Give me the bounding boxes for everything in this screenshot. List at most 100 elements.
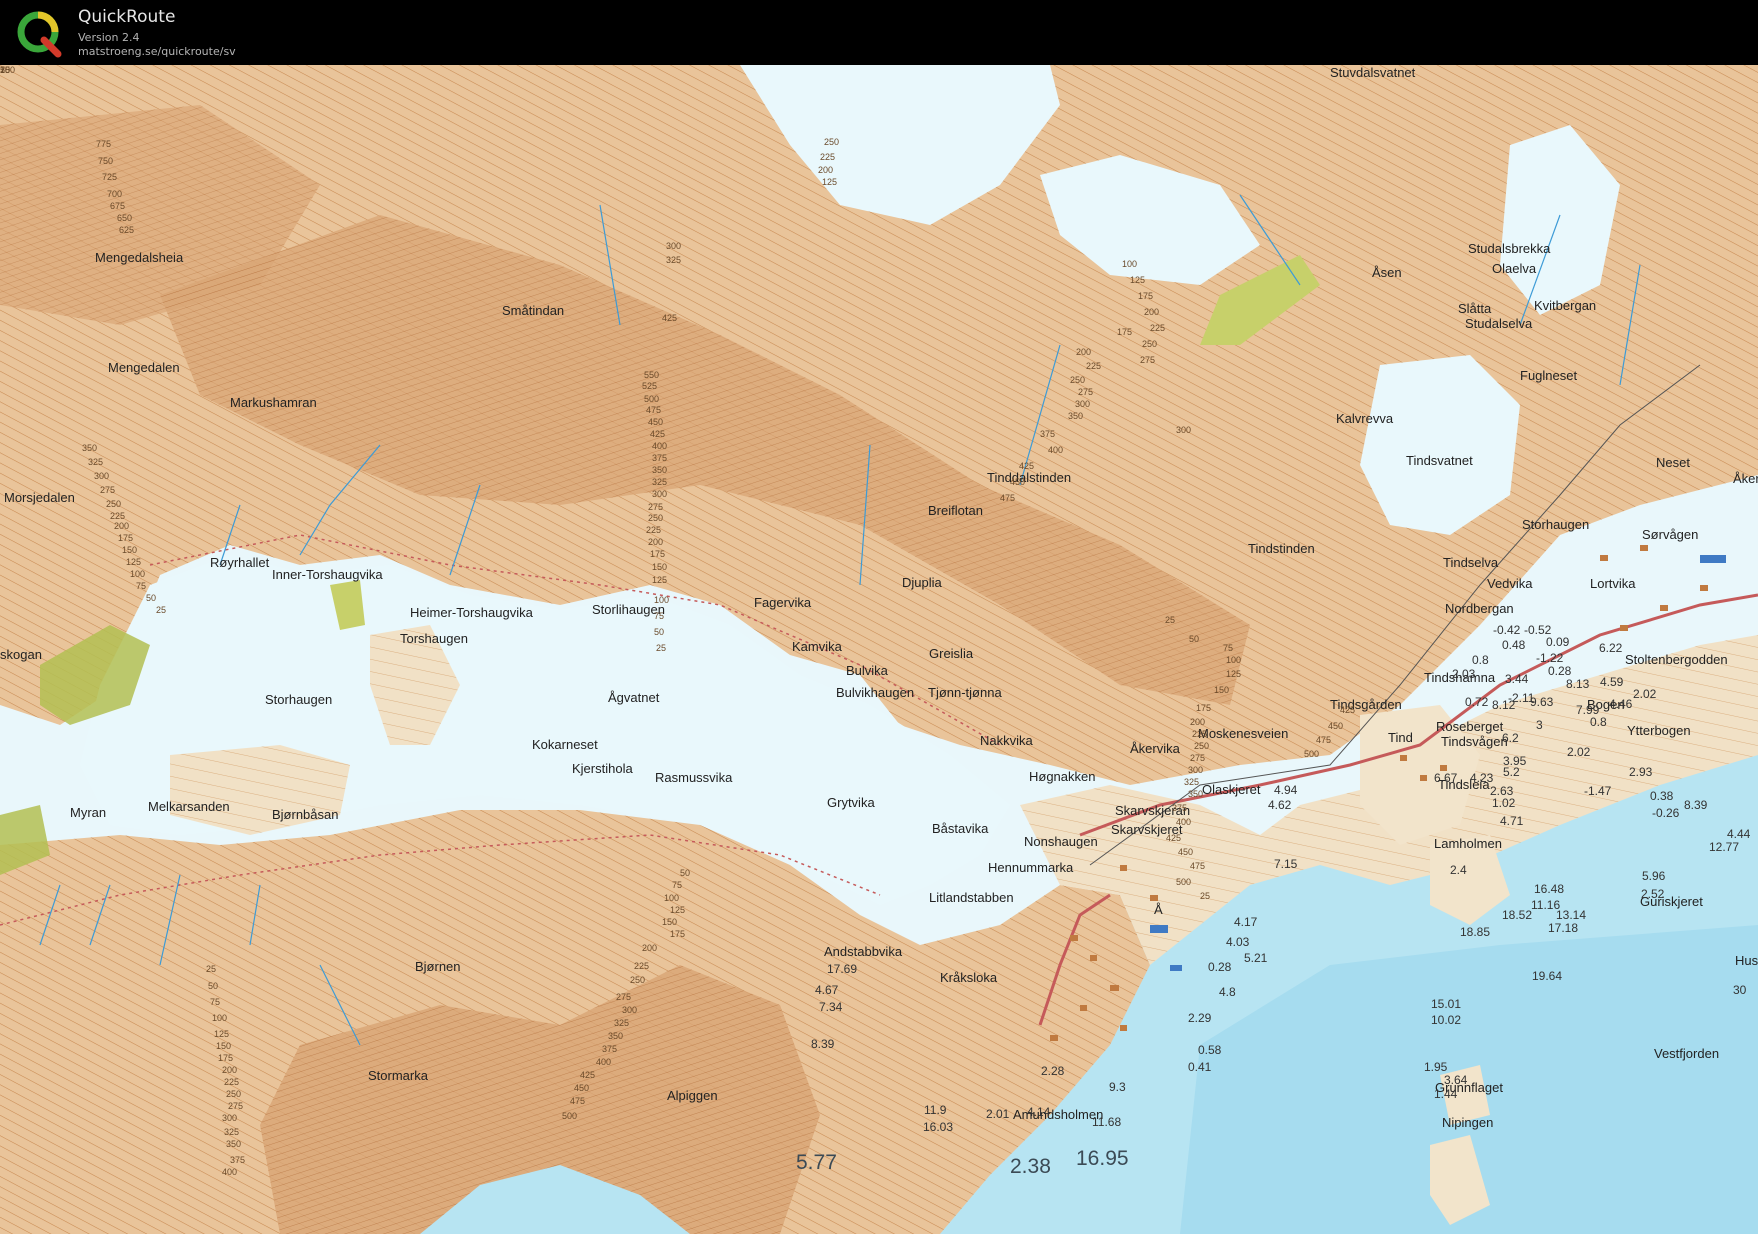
- depth-sounding-label: 0.28: [1548, 664, 1572, 678]
- contour-height-label: 250: [1142, 339, 1158, 349]
- depth-sounding-label: 2.4: [1450, 863, 1467, 877]
- depth-sounding-label: 10.02: [1431, 1013, 1462, 1027]
- depth-sounding-label: 5.96: [1642, 869, 1666, 883]
- place-name-label: Litlandstabben: [929, 890, 1014, 905]
- contour-height-label: 450: [574, 1083, 590, 1093]
- depth-sounding-label: 0.72: [1465, 695, 1489, 709]
- depth-sounding-label: 0.58: [1198, 1043, 1222, 1057]
- place-name-label: Åsen: [1372, 265, 1402, 280]
- depth-sounding-label: 8.13: [1566, 677, 1590, 691]
- contour-height-label: 225: [634, 961, 650, 971]
- depth-sounding-label: 8.39: [811, 1037, 835, 1051]
- depth-sounding-label: 11.68: [1092, 1115, 1122, 1129]
- contour-height-label: 475: [646, 405, 662, 415]
- depth-sounding-label: 0.09: [1546, 635, 1570, 649]
- depth-sounding-label: 7.34: [819, 1000, 843, 1014]
- place-name-label: Kråksloka: [940, 970, 998, 985]
- depth-sounding-label: 4.44: [1727, 827, 1751, 841]
- contour-height-label: 225: [1086, 361, 1102, 371]
- depth-sounding-label: 0.41: [1188, 1060, 1212, 1074]
- contour-height-label: 275: [1140, 355, 1156, 365]
- depth-sounding-label: 4.23: [1470, 771, 1494, 785]
- contour-height-label: 525: [642, 381, 658, 391]
- contour-height-label: 275: [616, 992, 632, 1002]
- contour-height-label: 75: [210, 997, 221, 1007]
- contour-height-label: 325: [88, 457, 104, 467]
- contour-height-label: 25: [656, 643, 667, 653]
- depth-sounding-label: 18.85: [1460, 925, 1491, 939]
- contour-height-label: 125: [126, 557, 142, 567]
- contour-height-label: 275: [100, 485, 116, 495]
- place-name-label: Bulvikhaugen: [836, 685, 915, 700]
- contour-height-label: 275: [228, 1101, 244, 1111]
- place-name-label: Kjerstihola: [572, 761, 633, 776]
- place-name-label: Nonshaugen: [1024, 834, 1098, 849]
- contour-height-label: 75: [672, 880, 683, 890]
- contour-height-label: 125: [214, 1029, 230, 1039]
- depth-sounding-label: 4.8: [1219, 985, 1236, 999]
- contour-height-label: 425: [650, 429, 666, 439]
- place-name-label: Tindstinden: [1248, 541, 1315, 556]
- depth-sounding-label: -0.42: [1493, 623, 1521, 637]
- app-version: Version 2.4: [78, 31, 140, 44]
- contour-height-label: 450: [1010, 477, 1026, 487]
- depth-sounding-label: 8.39: [1684, 798, 1708, 812]
- place-name-label: Stoltenbergodden: [1625, 652, 1728, 667]
- depth-sounding-label: 2.52: [1641, 887, 1665, 901]
- place-name-label: Kalvrevva: [1336, 411, 1394, 426]
- place-name-label: Åkern: [1733, 471, 1758, 486]
- place-name-label: Bjørnbåsan: [272, 807, 339, 822]
- contour-height-label: 150: [652, 562, 668, 572]
- place-name-label: Kamvika: [792, 639, 842, 654]
- place-name-label: Ågvatnet: [608, 690, 660, 705]
- depth-sounding-label: 0.8: [1472, 653, 1489, 667]
- depth-sounding-label: 15.01: [1431, 997, 1462, 1011]
- place-name-label: Røyrhallet: [210, 555, 270, 570]
- contour-height-label: 125: [652, 575, 668, 585]
- place-name-label: Hus: [1735, 953, 1758, 968]
- place-name-label: Tindselva: [1443, 555, 1499, 570]
- contour-height-label: 300: [1176, 425, 1192, 435]
- contour-height-label: 75: [654, 611, 665, 621]
- place-name-label: Torshaugen: [400, 631, 468, 646]
- contour-height-label: 400: [596, 1057, 612, 1067]
- contour-height-label: 375: [1040, 429, 1056, 439]
- depth-sounding-label: 6.67: [1434, 771, 1458, 785]
- depth-sounding-label: 0.48: [1502, 638, 1526, 652]
- contour-height-label: 275: [1190, 753, 1206, 763]
- contour-height-label: 350: [1068, 411, 1084, 421]
- contour-height-label: 200: [1144, 307, 1160, 317]
- contour-height-label: 350: [608, 1031, 624, 1041]
- contour-height-label: 450: [1178, 847, 1194, 857]
- contour-height-label: 275: [648, 502, 664, 512]
- contour-height-label: 100: [1122, 259, 1138, 269]
- contour-height-label: 325: [666, 255, 682, 265]
- place-name-label: Rasmussvika: [655, 770, 733, 785]
- depth-sounding-label: 30: [1733, 983, 1747, 997]
- contour-height-label: 175: [118, 533, 134, 543]
- contour-height-label: 175: [1196, 703, 1212, 713]
- contour-height-label: 225: [1150, 323, 1166, 333]
- contour-height-label: 225: [1192, 729, 1208, 739]
- place-name-label: Moskenesveien: [1198, 726, 1289, 741]
- app-url[interactable]: matstroeng.se/quickroute/sv: [78, 45, 236, 58]
- place-name-label: Stormarka: [368, 1068, 428, 1083]
- contour-height-label: 300: [1188, 765, 1204, 775]
- contour-height-label: 25: [1200, 891, 1211, 901]
- place-name-label: Vestfjorden: [1654, 1046, 1720, 1061]
- contour-height-label: 250: [1194, 741, 1210, 751]
- depth-sounding-label: 4.67: [815, 983, 839, 997]
- place-name-label: Storhaugen: [265, 692, 333, 707]
- contour-height-label: 225: [110, 511, 126, 521]
- depth-sounding-label: 18.52: [1502, 908, 1533, 922]
- place-name-label: Morsjedalen: [4, 490, 75, 505]
- contour-height-label: 75: [136, 581, 147, 591]
- contour-height-label: 425: [1019, 461, 1035, 471]
- depth-sounding-label: 6.2: [1502, 731, 1519, 745]
- depth-sounding-label: 2.02: [1633, 687, 1657, 701]
- contour-height-label: 325: [652, 477, 668, 487]
- place-name-label: Båstavika: [932, 821, 989, 836]
- contour-height-label: 375: [602, 1044, 618, 1054]
- contour-height-label: 150: [122, 545, 138, 555]
- orienteering-map[interactable]: Stuvdalsvatnet Mengedalsheia Småtindan Meng…: [0, 65, 1758, 1234]
